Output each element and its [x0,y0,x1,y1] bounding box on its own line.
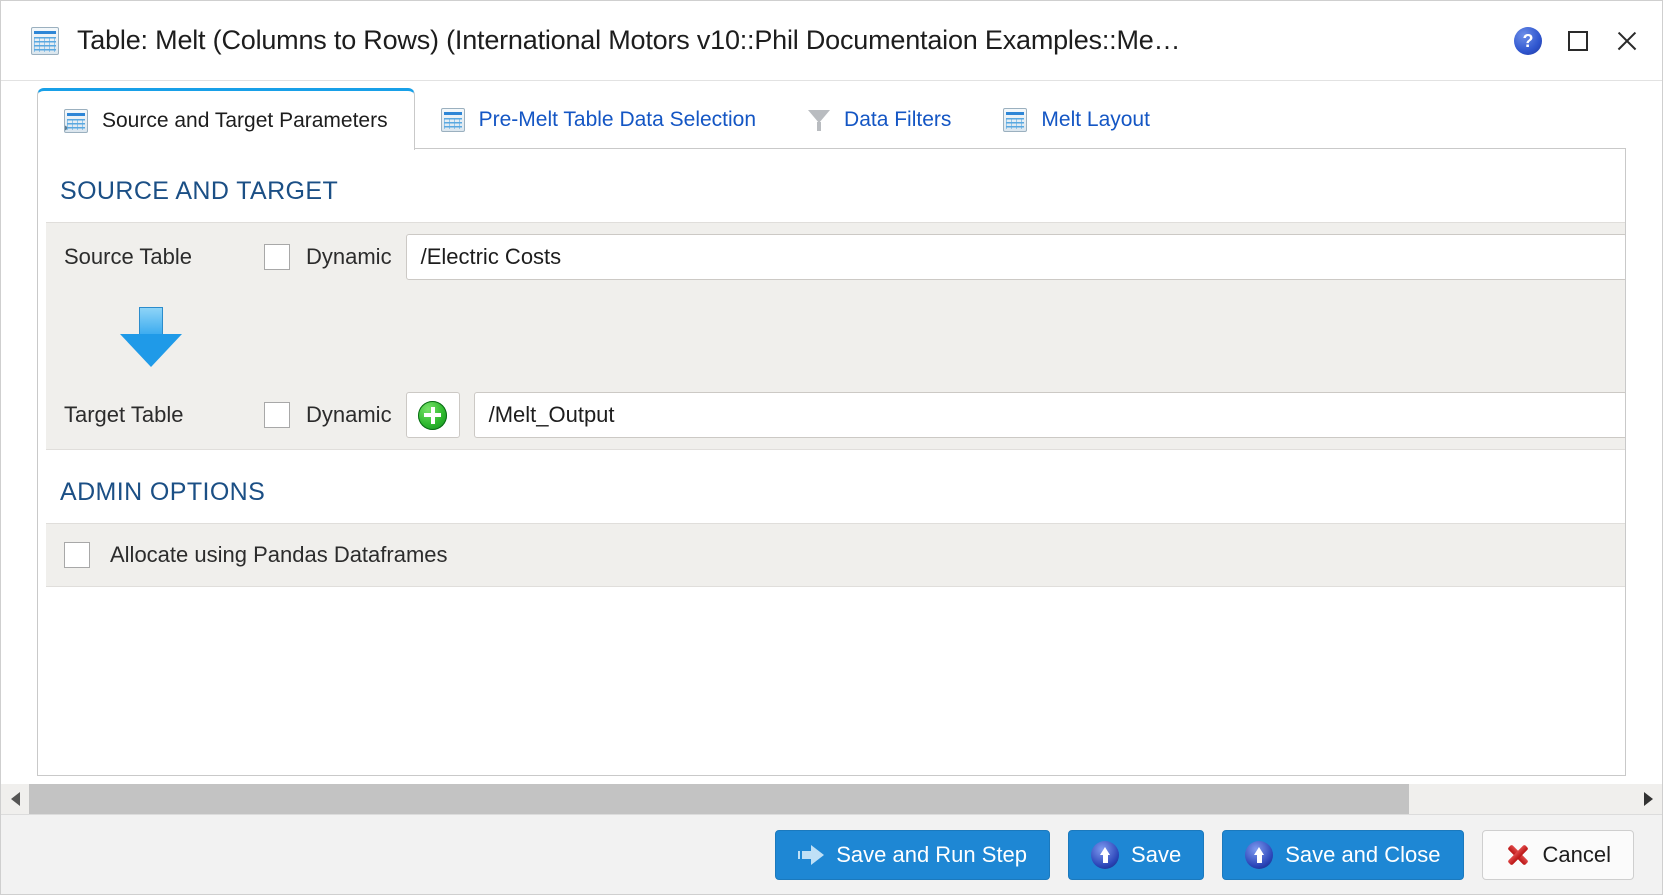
add-target-table-button[interactable] [405,392,460,438]
source-table-label: Source Table [64,244,193,269]
scrollbar-thumb[interactable] [29,784,1410,814]
run-arrow-icon [798,844,825,865]
plus-icon [418,400,448,430]
source-dynamic-group: Dynamic [264,244,392,270]
flow-arrow-cell [46,291,1625,381]
chevron-right-icon[interactable] [1634,784,1662,814]
tab-data-filters[interactable]: Data Filters [782,91,977,149]
source-dynamic-checkbox[interactable] [264,244,290,270]
close-icon[interactable] [1614,28,1640,54]
table-icon [440,108,465,132]
funnel-icon [808,108,831,132]
target-table-label: Target Table [64,402,184,427]
save-and-close-button[interactable]: Save and Close [1222,829,1464,880]
tab-panel-source-and-target: SOURCE AND TARGET Source Table Dynamic /… [37,148,1626,776]
source-table-row: Source Table Dynamic /Electric Costs [46,223,1625,291]
admin-options-panel: Allocate using Pandas Dataframes [46,523,1625,587]
target-table-row: Target Table Dynamic /Melt_Output [46,381,1625,449]
source-table-input[interactable]: /Electric Costs [405,234,1625,280]
maximize-button[interactable] [1568,30,1588,51]
allocate-pandas-label: Allocate using Pandas Dataframes [110,542,448,567]
window-title: Table: Melt (Columns to Rows) (Internati… [77,25,1181,55]
target-dynamic-label: Dynamic [306,402,392,427]
horizontal-scrollbar[interactable] [1,784,1662,814]
scrollbar-track[interactable] [29,784,1634,814]
tab-label: Pre-Melt Table Data Selection [478,108,757,131]
section-heading-admin-options: ADMIN OPTIONS [60,478,266,506]
red-x-icon [1505,842,1531,868]
upload-icon [1245,840,1274,869]
button-label: Save and Close [1285,841,1441,867]
tab-pre-melt-table-data-selection[interactable]: Pre-Melt Table Data Selection [415,91,782,149]
title-bar: Table: Melt (Columns to Rows) (Internati… [1,1,1662,81]
button-label: Save and Run Step [836,841,1028,867]
down-arrow-icon [120,305,182,367]
table-import-icon [64,108,88,133]
target-dynamic-group: Dynamic [264,402,392,428]
button-label: Cancel [1542,841,1611,867]
table-icon [1003,108,1028,132]
dialog-window: Table: Melt (Columns to Rows) (Internati… [0,0,1663,895]
cancel-button[interactable]: Cancel [1481,829,1634,880]
target-table-input[interactable]: /Melt_Output [473,392,1625,438]
tab-bar: Source and Target Parameters Pre-Melt Ta… [1,81,1662,150]
save-button[interactable]: Save [1068,829,1205,880]
allocate-pandas-checkbox[interactable] [64,542,90,568]
section-heading-source-and-target: SOURCE AND TARGET [60,177,339,205]
target-dynamic-checkbox[interactable] [264,402,290,428]
tab-label: Source and Target Parameters [102,108,388,132]
dialog-footer: Save and Run Step Save Save and Close Ca… [1,814,1662,894]
help-icon[interactable]: ? [1514,26,1542,55]
tab-label: Melt Layout [1041,108,1150,131]
tab-label: Data Filters [844,108,952,131]
source-dynamic-label: Dynamic [306,244,392,269]
tab-source-and-target-parameters[interactable]: Source and Target Parameters [37,88,415,150]
table-icon [31,26,59,55]
source-target-panel: Source Table Dynamic /Electric Costs Tar… [46,222,1625,450]
window-controls: ? [1514,26,1640,55]
upload-icon [1091,840,1120,869]
allocate-pandas-row: Allocate using Pandas Dataframes [46,524,1625,586]
tab-melt-layout[interactable]: Melt Layout [977,91,1176,149]
chevron-left-icon[interactable] [1,784,29,814]
button-label: Save [1131,841,1182,867]
save-and-run-step-button[interactable]: Save and Run Step [775,829,1051,880]
